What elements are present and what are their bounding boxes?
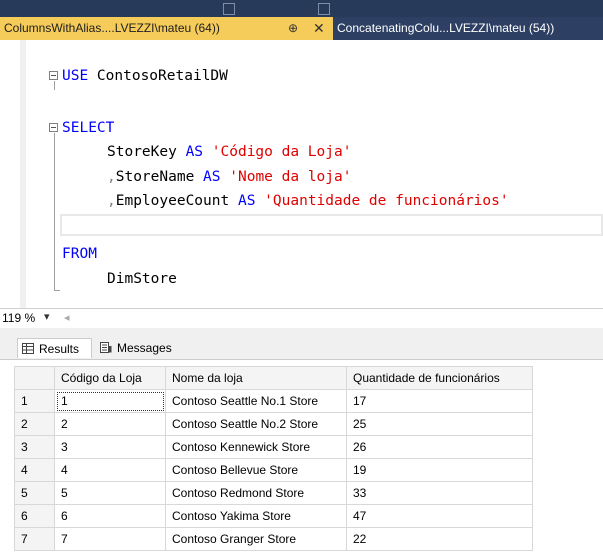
table-cell[interactable]: Contoso Granger Store <box>165 527 347 551</box>
row-number[interactable]: 2 <box>14 412 55 436</box>
current-line-highlight <box>60 214 603 236</box>
toolbar-square-icon[interactable] <box>223 3 235 15</box>
table-cell[interactable]: 26 <box>346 435 533 459</box>
row-number[interactable]: 6 <box>14 504 55 528</box>
alias-string: 'Nome da loja' <box>229 169 352 185</box>
row-number[interactable]: 4 <box>14 458 55 482</box>
row-number[interactable]: 1 <box>14 389 55 413</box>
table-row[interactable]: 6 6 Contoso Yakima Store 47 <box>14 504 533 528</box>
code-line-storekey: StoreKey AS 'Código da Loja' <box>107 142 351 162</box>
table-cell[interactable]: Contoso Kennewick Store <box>165 435 347 459</box>
alias-string: 'Quantidade de funcionários' <box>264 193 509 209</box>
column-header-nome[interactable]: Nome da loja <box>165 366 347 390</box>
query-editor[interactable]: USE ContosoRetailDW SELECT StoreKey AS '… <box>0 40 603 308</box>
collapse-icon[interactable] <box>49 123 58 132</box>
keyword-use: USE <box>62 68 89 84</box>
code-line-use: USE ContosoRetailDW <box>62 66 228 86</box>
outline-guide-end <box>54 290 60 291</box>
table-cell[interactable]: 1 <box>54 389 166 413</box>
table-cell[interactable]: 25 <box>346 412 533 436</box>
code-line-select: SELECT <box>62 118 114 138</box>
column-header-codigo[interactable]: Código da Loja <box>54 366 166 390</box>
row-number[interactable]: 3 <box>14 435 55 459</box>
outline-guide <box>54 81 55 90</box>
zoom-dropdown-icon[interactable]: ▾ <box>44 310 50 323</box>
table-cell[interactable]: 19 <box>346 458 533 482</box>
tab-title: ConcatenatingColu...LVEZZI\mateu (54)) <box>337 21 555 35</box>
window-top-strip <box>0 0 603 17</box>
code-line-from: FROM <box>62 244 97 264</box>
table-cell[interactable]: 22 <box>346 527 533 551</box>
table-row[interactable]: 2 2 Contoso Seattle No.2 Store 25 <box>14 412 533 436</box>
table-row[interactable]: 7 7 Contoso Granger Store 22 <box>14 527 533 551</box>
table-cell[interactable]: Contoso Seattle No.1 Store <box>165 389 347 413</box>
row-number[interactable]: 7 <box>14 527 55 551</box>
table-cell[interactable]: Contoso Yakima Store <box>165 504 347 528</box>
table-row[interactable]: 5 5 Contoso Redmond Store 33 <box>14 481 533 505</box>
table-cell[interactable]: Contoso Bellevue Store <box>165 458 347 482</box>
grid-icon <box>22 343 34 354</box>
keyword-select: SELECT <box>62 120 115 136</box>
results-grid[interactable]: Código da Loja Nome da loja Quantidade d… <box>0 360 603 555</box>
column-storename: StoreName <box>115 169 195 185</box>
table-row[interactable]: 3 3 Contoso Kennewick Store 26 <box>14 435 533 459</box>
code-line-employeecount: ,EmployeeCount AS 'Quantidade de funcion… <box>107 191 509 211</box>
comma: , <box>107 193 116 209</box>
results-table[interactable]: Código da Loja Nome da loja Quantidade d… <box>14 366 533 551</box>
tab-concatenating-columns[interactable]: ConcatenatingColu...LVEZZI\mateu (54)) <box>337 17 603 40</box>
column-storekey: StoreKey <box>107 144 177 160</box>
code-line-storename: ,StoreName AS 'Nome da loja' <box>107 167 351 187</box>
tab-columns-with-alias[interactable]: ColumnsWithAlias....LVEZZI\mateu (64)) ⊕… <box>0 17 333 40</box>
scroll-left-icon[interactable]: ◂ <box>64 311 70 324</box>
editor-status-row: 119 % ▾ ◂ <box>0 308 603 329</box>
table-cell[interactable]: 33 <box>346 481 533 505</box>
collapse-icon[interactable] <box>49 71 58 80</box>
alias-string: 'Código da Loja' <box>211 144 352 160</box>
toolbar-square-icon[interactable] <box>318 3 330 15</box>
pin-icon[interactable]: ⊕ <box>288 17 298 40</box>
keyword-as: AS <box>203 169 221 185</box>
code-line-table: DimStore <box>107 269 177 289</box>
messages-icon <box>100 342 112 353</box>
tab-messages[interactable]: Messages <box>96 338 196 358</box>
tab-messages-label: Messages <box>117 341 172 355</box>
table-name: DimStore <box>107 271 177 287</box>
close-icon[interactable]: ✕ <box>313 17 325 40</box>
table-cell[interactable]: Contoso Seattle No.2 Store <box>165 412 347 436</box>
table-row[interactable]: 1 1 Contoso Seattle No.1 Store 17 <box>14 389 533 413</box>
column-employeecount: EmployeeCount <box>115 193 230 209</box>
comma: , <box>107 169 116 185</box>
outline-guide <box>54 133 55 291</box>
tab-results-label: Results <box>39 342 80 356</box>
column-header-rownum[interactable] <box>14 366 55 390</box>
document-tab-bar: ColumnsWithAlias....LVEZZI\mateu (64)) ⊕… <box>0 17 603 40</box>
table-cell[interactable]: 7 <box>54 527 166 551</box>
editor-margin <box>20 40 26 308</box>
keyword-as: AS <box>237 193 256 209</box>
zoom-level[interactable]: 119 % <box>2 311 35 325</box>
tab-results[interactable]: Results <box>17 338 92 358</box>
table-cell[interactable]: 47 <box>346 504 533 528</box>
row-number[interactable]: 5 <box>14 481 55 505</box>
table-row[interactable]: 4 4 Contoso Bellevue Store 19 <box>14 458 533 482</box>
column-header-quantidade[interactable]: Quantidade de funcionários <box>346 366 533 390</box>
database-name: ContosoRetailDW <box>88 68 228 84</box>
tab-title: ColumnsWithAlias....LVEZZI\mateu (64)) <box>4 21 220 35</box>
keyword-from: FROM <box>62 246 97 262</box>
table-cell[interactable]: 4 <box>54 458 166 482</box>
table-cell[interactable]: 17 <box>346 389 533 413</box>
table-cell[interactable]: 2 <box>54 412 166 436</box>
results-tabs: Results Messages <box>0 328 603 360</box>
table-cell[interactable]: Contoso Redmond Store <box>165 481 347 505</box>
table-cell[interactable]: 5 <box>54 481 166 505</box>
keyword-as: AS <box>185 144 204 160</box>
table-cell[interactable]: 3 <box>54 435 166 459</box>
table-cell[interactable]: 6 <box>54 504 166 528</box>
header-row: Código da Loja Nome da loja Quantidade d… <box>14 366 533 390</box>
